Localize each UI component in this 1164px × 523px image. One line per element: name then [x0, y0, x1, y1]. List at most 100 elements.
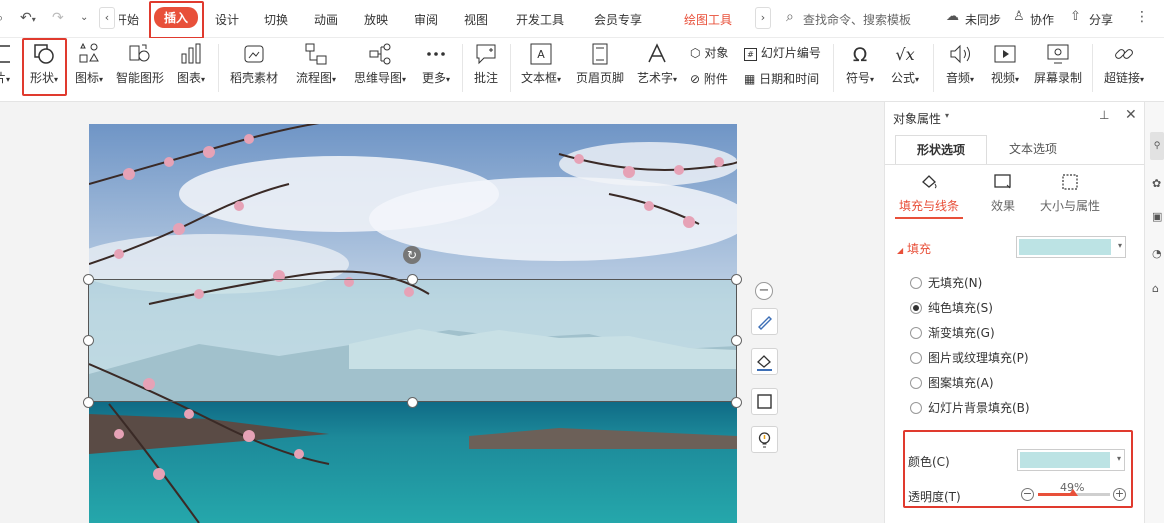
- resize-handle-n[interactable]: [407, 274, 418, 285]
- hyperlink-button[interactable]: 超链接▾: [1101, 42, 1147, 86]
- slider-thumb[interactable]: [1068, 489, 1079, 496]
- tab-transition[interactable]: 切换: [264, 11, 288, 28]
- fill-section-header[interactable]: ◢ 填充: [897, 240, 931, 257]
- undo-icon[interactable]: ↶▾: [20, 10, 36, 26]
- subtab-size-props[interactable]: 大小与属性: [1035, 172, 1105, 214]
- material-button[interactable]: 稻壳素材: [228, 42, 280, 86]
- more-side-icon[interactable]: ⌂: [1152, 282, 1159, 295]
- tab-review[interactable]: 审阅: [414, 11, 438, 28]
- color-dropdown[interactable]: ▾: [1017, 449, 1125, 471]
- panel-title-dropdown-icon[interactable]: ▾: [945, 111, 949, 120]
- tab-animation[interactable]: 动画: [314, 11, 338, 28]
- float-fill-button[interactable]: [751, 348, 778, 375]
- close-icon[interactable]: ✕: [1125, 107, 1137, 123]
- subtab-effect[interactable]: 效果: [983, 172, 1023, 214]
- date-time-button[interactable]: ▦ 日期和时间: [744, 70, 819, 87]
- share-button[interactable]: 分享: [1089, 11, 1113, 28]
- resize-handle-nw[interactable]: [83, 274, 94, 285]
- animation-side-icon[interactable]: ◔: [1152, 247, 1162, 260]
- tab-design[interactable]: 设计: [215, 11, 239, 28]
- tab-developer[interactable]: 开发工具: [516, 11, 564, 28]
- shape-button[interactable]: 形状▾: [25, 42, 63, 86]
- tab-shape-options[interactable]: 形状选项: [895, 135, 987, 165]
- radio-dot: [910, 277, 922, 289]
- fill-color-dropdown[interactable]: ▾: [1016, 236, 1126, 258]
- wordart-icon: [648, 43, 666, 63]
- redo-icon[interactable]: ↷: [52, 10, 64, 26]
- panel-title[interactable]: 对象属性: [893, 110, 941, 127]
- rotate-handle-icon[interactable]: ↻: [403, 246, 421, 264]
- command-search[interactable]: 查找命令、搜索模板: [803, 11, 911, 28]
- resize-handle-w[interactable]: [83, 335, 94, 346]
- radio-pattern-fill[interactable]: 图案填充(A): [910, 374, 994, 391]
- slide-number-button[interactable]: # 幻灯片编号: [744, 44, 821, 61]
- more-insert-button[interactable]: 更多▾: [418, 42, 454, 86]
- object-properties-panel: 对象属性 ▾ ⊥ ✕ 形状选项 文本选项 填充与线条 效果 大小与属性 ◢ 填充…: [884, 102, 1145, 523]
- more-menu-icon[interactable]: ⋮: [1135, 9, 1149, 25]
- float-style-button[interactable]: [751, 308, 778, 335]
- attachment-button[interactable]: ⊘ 附件: [690, 70, 728, 87]
- tab-draw-tools[interactable]: 绘图工具: [684, 11, 732, 28]
- video-button[interactable]: 视频▾: [987, 42, 1023, 86]
- material-icon: [244, 45, 264, 63]
- layout-side-icon[interactable]: ▣: [1152, 210, 1162, 223]
- collapse-toolbar-icon[interactable]: −: [755, 282, 773, 300]
- svg-text:√x: √x: [895, 45, 914, 64]
- formula-button[interactable]: √x 公式▾: [887, 42, 923, 86]
- tab-scroll-left-icon[interactable]: ‹: [99, 7, 115, 29]
- tab-scroll-right-icon[interactable]: ›: [755, 7, 771, 29]
- resize-handle-se[interactable]: [731, 397, 742, 408]
- resize-handle-ne[interactable]: [731, 274, 742, 285]
- tab-slideshow[interactable]: 放映: [364, 11, 388, 28]
- speaker-icon: [950, 44, 970, 64]
- object-button[interactable]: ⬡ 对象: [690, 44, 728, 61]
- resize-handle-s[interactable]: [407, 397, 418, 408]
- icon-button[interactable]: 图标▾: [71, 42, 107, 86]
- chart-button[interactable]: 图表▾: [173, 42, 209, 86]
- cloud-sync-icon[interactable]: ☁: [946, 9, 959, 24]
- resize-handle-sw[interactable]: [83, 397, 94, 408]
- radio-solid-fill[interactable]: 纯色填充(S): [910, 299, 993, 316]
- subtab-fill-line[interactable]: 填充与线条: [895, 172, 963, 219]
- radio-no-fill[interactable]: 无填充(N): [910, 274, 982, 291]
- float-outline-button[interactable]: [751, 388, 778, 415]
- increase-transparency-icon[interactable]: +: [1113, 488, 1126, 501]
- radio-gradient-fill[interactable]: 渐变填充(G): [910, 324, 995, 341]
- unsync-status[interactable]: 未同步: [965, 11, 1001, 28]
- radio-slide-bg-fill[interactable]: 幻灯片背景填充(B): [910, 399, 1030, 416]
- symbol-button[interactable]: Ω 符号▾: [842, 42, 878, 86]
- decrease-transparency-icon[interactable]: −: [1021, 488, 1034, 501]
- smart-graphic-button[interactable]: 智能图形: [114, 42, 166, 86]
- textbox-button[interactable]: A 文本框▾: [518, 42, 564, 86]
- properties-side-icon[interactable]: ⚲: [1150, 132, 1164, 160]
- share-icon[interactable]: ⇧: [1070, 9, 1081, 24]
- collab-button[interactable]: 协作: [1030, 11, 1054, 28]
- transparency-slider[interactable]: [1038, 489, 1110, 496]
- mindmap-button[interactable]: 思维导图▾: [350, 42, 410, 86]
- resize-handle-e[interactable]: [731, 335, 742, 346]
- tab-view[interactable]: 视图: [464, 11, 488, 28]
- audio-button[interactable]: 音频▾: [942, 42, 978, 86]
- collab-icon[interactable]: ♙: [1013, 9, 1025, 24]
- effect-icon: [994, 174, 1011, 189]
- tab-text-options[interactable]: 文本选项: [987, 135, 1079, 165]
- tab-insert[interactable]: 插入: [154, 7, 199, 28]
- tab-start[interactable]: 开始: [119, 11, 139, 28]
- wordart-button[interactable]: 艺术字▾: [634, 42, 680, 86]
- pin-icon[interactable]: ⊥: [1099, 108, 1109, 122]
- picture-button-partial[interactable]: 片▾: [0, 42, 10, 86]
- float-smart-button[interactable]: [751, 426, 778, 453]
- screen-record-button[interactable]: 屏幕录制: [1032, 42, 1084, 86]
- tab-member[interactable]: 会员专享: [594, 11, 642, 28]
- search-icon[interactable]: ⌕: [786, 9, 794, 25]
- fill-bucket-icon: [922, 175, 937, 189]
- find-icon[interactable]: ⌕: [0, 11, 3, 26]
- shape-selection-frame[interactable]: [88, 279, 737, 402]
- radio-picture-fill[interactable]: 图片或纹理填充(P): [910, 349, 1029, 366]
- style-side-icon[interactable]: ✿: [1152, 177, 1161, 190]
- radio-dot: [910, 402, 922, 414]
- header-footer-button[interactable]: 页眉页脚: [574, 42, 626, 86]
- flowchart-button[interactable]: 流程图▾: [292, 42, 340, 86]
- quick-access-dropdown-icon[interactable]: ⌄: [80, 12, 88, 23]
- comment-button[interactable]: 批注: [472, 42, 500, 86]
